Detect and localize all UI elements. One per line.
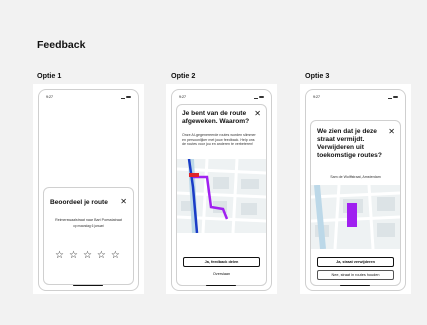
deviation-sheet: Je bent van de route afgeweken. Waarom? … (176, 104, 267, 286)
close-icon[interactable]: ✕ (254, 110, 261, 118)
option-3-card: 9:27 We zien dat je deze straat vermijdt… (300, 84, 411, 294)
option-1-card: 9:27 Beoordeel je route ✕ Reimerswaalstr… (33, 84, 144, 294)
status-icons (254, 95, 264, 99)
keep-street-button[interactable]: Nee, straat in routes houden (317, 270, 394, 280)
rating-sheet: Beoordeel je route ✕ Reimerswaalstraat n… (43, 187, 134, 285)
signal-icon (388, 95, 392, 99)
map-graphic (311, 185, 400, 249)
share-feedback-button[interactable]: Ja, feedback delen (183, 257, 260, 267)
close-icon[interactable]: ✕ (120, 198, 127, 206)
star-outline-icon[interactable]: ☆ (69, 250, 78, 261)
option-2-card: 9:27 Je bent van de route afgeweken. Waa… (166, 84, 277, 294)
street-map (311, 185, 400, 249)
status-icons (121, 95, 131, 99)
phone-mockup-3: 9:27 We zien dat je deze straat vermijdt… (305, 89, 406, 291)
route-map (177, 159, 266, 233)
route-date: op maandag 6 januari (73, 224, 104, 228)
status-bar: 9:27 (46, 95, 131, 101)
star-outline-icon[interactable]: ☆ (97, 250, 106, 261)
option-1-label: Optie 1 (37, 71, 62, 80)
route-description: Reimerswaalstraat naar Bart Poesstatraat (55, 218, 122, 222)
star-outline-icon[interactable]: ☆ (83, 250, 92, 261)
close-icon[interactable]: ✕ (388, 128, 395, 136)
street-name: Sam de Wolffstraat, Amsterdam (330, 175, 381, 179)
battery-icon (259, 95, 264, 99)
remove-street-button[interactable]: Ja, straat verwijderen (317, 257, 394, 267)
status-icons (388, 95, 398, 99)
canvas-board: Feedback Optie 1 9:27 Beoordeel je route… (0, 0, 427, 325)
skip-button[interactable]: Overslaan (183, 269, 260, 279)
status-time: 9:27 (313, 95, 320, 99)
status-time: 9:27 (179, 95, 186, 99)
option-2-label: Optie 2 (171, 71, 196, 80)
page-title: Feedback (37, 39, 86, 51)
battery-icon (126, 95, 131, 99)
sheet-title: Beoordeel je route (50, 199, 108, 206)
status-bar: 9:27 (313, 95, 398, 101)
star-outline-icon[interactable]: ☆ (111, 250, 120, 261)
map-graphic (177, 159, 266, 233)
signal-icon (121, 95, 125, 99)
home-indicator (206, 284, 236, 286)
sheet-title: We zien dat je deze straat vermijdt. Ver… (317, 128, 382, 160)
sheet-title: Je bent van de route afgeweken. Waarom? (182, 110, 250, 126)
home-indicator (340, 284, 370, 286)
status-bar: 9:27 (179, 95, 264, 101)
status-time: 9:27 (46, 95, 53, 99)
phone-mockup-2: 9:27 Je bent van de route afgeweken. Waa… (171, 89, 272, 291)
star-outline-icon[interactable]: ☆ (55, 250, 64, 261)
phone-mockup-1: 9:27 Beoordeel je route ✕ Reimerswaalstr… (38, 89, 139, 291)
signal-icon (254, 95, 258, 99)
option-3-label: Optie 3 (305, 71, 330, 80)
sheet-body: Onze AI-gegenereerde routes worden slimm… (182, 133, 256, 147)
avoid-street-sheet: We zien dat je deze straat vermijdt. Ver… (310, 120, 401, 286)
battery-icon (393, 95, 398, 99)
star-rating[interactable]: ☆ ☆ ☆ ☆ ☆ (55, 250, 120, 261)
home-indicator (73, 284, 103, 286)
